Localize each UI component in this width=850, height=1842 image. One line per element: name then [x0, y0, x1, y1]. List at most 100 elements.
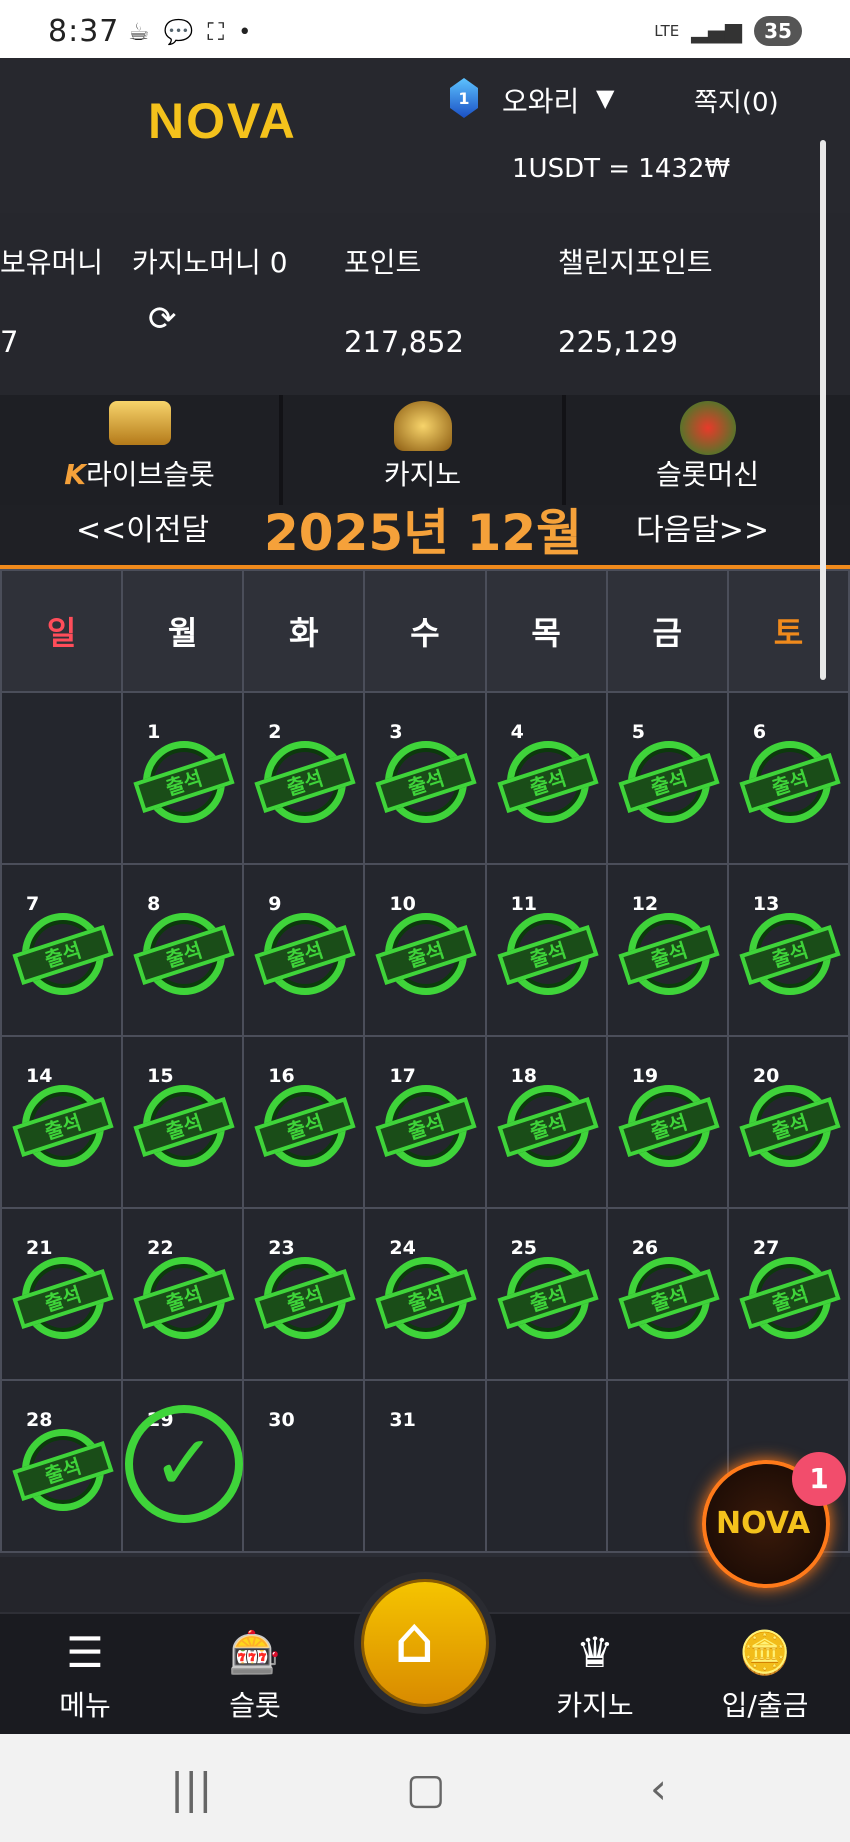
weekday-fri: 금 — [605, 569, 729, 693]
next-month-button[interactable]: 다음달>> — [636, 505, 769, 549]
day-number: 25 — [510, 1237, 538, 1259]
nav-menu[interactable]: ☰ 메뉴 — [10, 1628, 160, 1724]
calendar-day[interactable]: 23 출석 — [242, 1207, 366, 1381]
attendance-stamp-icon: 출석 — [496, 1257, 599, 1339]
calendar-day[interactable] — [484, 1379, 608, 1553]
attendance-stamp-icon: 출석 — [739, 1257, 841, 1339]
calendar-day[interactable]: 15 출석 — [121, 1035, 245, 1209]
calendar-day[interactable]: 19 출석 — [605, 1035, 729, 1209]
calendar-day[interactable]: 9 출석 — [242, 863, 366, 1037]
calendar-day[interactable]: 2 출석 — [242, 691, 366, 865]
stamp-label: 출석 — [496, 752, 599, 814]
calendar-day[interactable]: 5 출석 — [605, 691, 729, 865]
calendar-day[interactable]: 10 출석 — [363, 863, 487, 1037]
attendance-stamp-icon: 출석 — [254, 913, 356, 995]
777-slots-icon — [679, 401, 736, 455]
stamp-label: 출석 — [375, 752, 478, 814]
nova-logo[interactable]: NOVA — [148, 92, 297, 150]
day-number: 11 — [510, 893, 538, 915]
username[interactable]: 오와리 — [502, 80, 579, 120]
attendance-stamp-icon: 출석 — [254, 1085, 356, 1167]
stamp-label: 출석 — [254, 752, 356, 814]
system-navigation: ||| ▢ ‹ — [0, 1734, 850, 1842]
calendar-day[interactable]: 29 ✓ — [121, 1379, 245, 1553]
attendance-stamp-icon: 출석 — [12, 913, 114, 995]
calendar-day[interactable]: 26 출석 — [605, 1207, 729, 1381]
attendance-stamp-icon: 출석 — [254, 741, 356, 823]
attendance-stamp-icon: 출석 — [618, 913, 720, 995]
home-circle-icon[interactable]: ▢ — [406, 1764, 446, 1813]
day-number: 16 — [268, 1065, 295, 1087]
stamp-label: 출석 — [254, 1268, 356, 1330]
chevron-down-icon[interactable]: ▼ — [596, 84, 614, 112]
calendar-day[interactable]: 27 출석 — [726, 1207, 850, 1381]
calendar-day[interactable]: 28 출석 — [0, 1379, 124, 1553]
calendar-day[interactable]: 11 출석 — [484, 863, 608, 1037]
day-number: 18 — [510, 1065, 538, 1087]
calendar-day[interactable]: 18 출석 — [484, 1035, 608, 1209]
k-slot-icon: ♛ — [576, 1628, 614, 1677]
casino-money-label: 카지노머니 0 — [132, 246, 288, 279]
calendar-day[interactable]: 6 출석 — [726, 691, 850, 865]
attendance-stamp-icon: 출석 — [12, 1429, 114, 1511]
attendance-stamp-icon: 출석 — [618, 1085, 720, 1167]
calendar-day[interactable]: 30 — [242, 1379, 366, 1553]
calendar-grid: 일 월 화 수 목 금 토 1 출석 2 출석 3 출석 4 출석 5 출석 6 출석 7 출석 8 출석 9 출… — [0, 569, 850, 1553]
back-icon[interactable]: ‹ — [650, 1764, 667, 1813]
refresh-icon[interactable]: ⟳ — [148, 299, 177, 339]
balance-panel: 보유머니 7 카지노머니 0 ⟳ 포인트 217,852 챌린지포인트 225,… — [0, 213, 850, 395]
calendar-day[interactable]: 24 출석 — [363, 1207, 487, 1381]
day-number: 2 — [268, 721, 282, 743]
calendar-day[interactable]: 31 — [363, 1379, 487, 1553]
site-header: NOVA 1 오와리 ▼ 쪽지(0) 1USDT = 1432₩ — [0, 58, 850, 213]
floating-nova-button[interactable]: NOVA 1 — [702, 1452, 846, 1588]
attendance-stamp-icon: 출석 — [375, 1085, 478, 1167]
check-icon[interactable]: ✓ — [125, 1405, 244, 1523]
stamp-label: 출석 — [618, 924, 720, 986]
tab-slot-machine[interactable]: 슬롯머신 — [566, 395, 849, 505]
calendar-day[interactable]: 20 출석 — [726, 1035, 850, 1209]
day-number: 24 — [389, 1237, 416, 1259]
day-number: 30 — [268, 1409, 295, 1431]
recent-apps-icon[interactable]: ||| — [170, 1764, 212, 1813]
attendance-stamp-icon: 출석 — [618, 1257, 720, 1339]
calendar-day[interactable]: 1 출석 — [121, 691, 245, 865]
cup-icon: ☕ — [128, 18, 150, 46]
stamp-label: 출석 — [12, 1268, 114, 1330]
challenge-point-value: 225,129 — [558, 325, 678, 359]
prev-month-button[interactable]: <<이전달 — [76, 505, 209, 549]
nav-deposit-withdraw[interactable]: 🪙 입/출금 — [690, 1628, 840, 1724]
calendar-day[interactable] — [0, 691, 124, 865]
stamp-label: 출석 — [496, 1096, 599, 1158]
slot-machine-icon: 🎰 — [228, 1628, 282, 1677]
point-label: 포인트 — [344, 246, 422, 279]
calendar-week: 14 출석 15 출석 16 출석 17 출석 18 출석 19 출석 20 출석 — [0, 1035, 850, 1209]
home-icon: ⌂ — [394, 1604, 435, 1678]
hamburger-icon: ☰ — [66, 1628, 104, 1677]
attendance-stamp-icon: 출석 — [496, 741, 599, 823]
weekday-thu: 목 — [484, 569, 608, 693]
stamp-label: 출석 — [618, 1096, 720, 1158]
calendar-day[interactable]: 4 출석 — [484, 691, 608, 865]
calendar-day[interactable]: 8 출석 — [121, 863, 245, 1037]
nav-slot[interactable]: 🎰 슬롯 — [180, 1628, 330, 1724]
calendar-day[interactable]: 3 출석 — [363, 691, 487, 865]
scrollbar[interactable] — [820, 140, 826, 680]
logo-text: NOVA — [148, 93, 297, 149]
calendar-day[interactable]: 7 출석 — [0, 863, 124, 1037]
day-number: 31 — [389, 1409, 416, 1431]
messages-link[interactable]: 쪽지(0) — [694, 82, 779, 119]
tab-casino[interactable]: 카지노 — [283, 395, 566, 505]
calendar-day[interactable]: 17 출석 — [363, 1035, 487, 1209]
calendar-day[interactable]: 16 출석 — [242, 1035, 366, 1209]
tab-live-slot[interactable]: K라이브슬롯 — [0, 395, 283, 505]
calendar-day[interactable]: 22 출석 — [121, 1207, 245, 1381]
day-number: 26 — [631, 1237, 659, 1259]
nav-casino[interactable]: ♛ 카지노 — [520, 1628, 670, 1724]
calendar-day[interactable]: 13 출석 — [726, 863, 850, 1037]
calendar-day[interactable]: 25 출석 — [484, 1207, 608, 1381]
calendar-day[interactable]: 14 출석 — [0, 1035, 124, 1209]
home-button[interactable]: ⌂ — [364, 1582, 486, 1704]
calendar-day[interactable]: 21 출석 — [0, 1207, 124, 1381]
calendar-day[interactable]: 12 출석 — [605, 863, 729, 1037]
